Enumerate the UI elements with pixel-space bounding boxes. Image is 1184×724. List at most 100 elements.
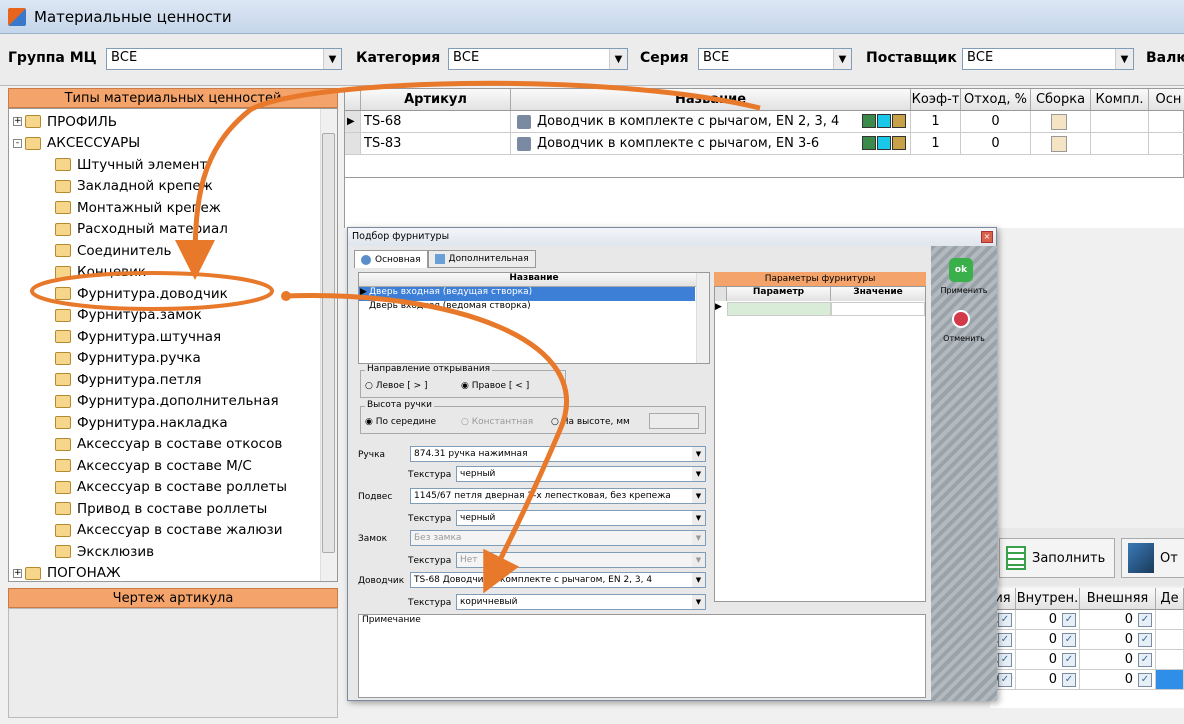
tree-item[interactable]: Концевик [55,262,146,283]
row-indicator[interactable] [345,133,361,155]
checkbox-icon[interactable]: ✓ [998,653,1012,667]
checkbox-icon[interactable]: ✓ [1138,653,1152,667]
checkbox-icon[interactable]: ✓ [1062,613,1076,627]
tree-item[interactable]: Фурнитура.замок [55,305,202,326]
cancel-icon[interactable] [952,310,970,328]
fill-button[interactable]: Заполнить [999,538,1115,578]
tree-item[interactable]: Фурнитура.доводчик [55,283,228,304]
cell-coef[interactable]: 1 [911,133,961,155]
tree-item[interactable]: Закладной крепеж [55,176,213,197]
col-article[interactable]: Артикул [361,89,511,111]
cell-coef[interactable]: 1 [911,111,961,133]
value-cell[interactable] [831,302,925,316]
handle-select[interactable]: 874.31 ручка нажимная ▼ [410,446,706,462]
col-waste[interactable]: Отход, % [961,89,1031,111]
chevron-down-icon[interactable]: ▼ [609,49,627,69]
tree-item[interactable]: Расходный материал [55,219,228,240]
supplier-select[interactable]: ВСЕ ▼ [962,48,1134,70]
bottom-cell[interactable]: 0 ✓ [1080,650,1156,670]
handle-texture-select[interactable]: черный ▼ [456,466,706,482]
chevron-down-icon[interactable]: ▼ [323,49,341,69]
list-item[interactable]: Дверь входная (ведомая створка) [359,301,709,315]
cell-article[interactable]: TS-83 [361,133,511,155]
tree-item[interactable]: + ПРОФИЛЬ [13,111,117,132]
col-kit[interactable]: Компл. [1091,89,1149,111]
bottom-cell[interactable]: 0 ✓ [1080,610,1156,630]
cell-kit[interactable] [1091,111,1149,133]
bottom-cell[interactable]: 0 ✓ [1080,630,1156,650]
radio-middle[interactable]: ◉ По середине [365,417,436,427]
cell-main[interactable] [1149,133,1184,155]
tree-item[interactable]: Эксклюзив [55,541,154,562]
radio-right[interactable]: ◉ Правое [ < ] [461,381,529,391]
tree-item[interactable]: Фурнитура.петля [55,369,202,390]
bottom-col-header[interactable]: Внешняя [1080,588,1156,610]
bottom-col-header[interactable]: Де [1156,588,1184,610]
note-area[interactable]: Примечание [358,614,926,698]
cell-name[interactable]: Доводчик в комплекте с рычагом, EN 2, 3,… [511,111,911,133]
radio-constant[interactable]: ○ Константная [461,417,533,427]
closer-select[interactable]: TS-68 Доводчик в комплекте с рычагом, EN… [410,572,706,588]
tree-item[interactable]: Аксессуар в составе М/С [55,455,252,476]
chevron-down-icon[interactable]: ▼ [692,553,705,567]
bottom-cell[interactable]: 0 ✓ [1080,670,1156,690]
param-cell[interactable] [727,302,831,316]
list-scrollbar[interactable] [696,273,709,363]
tree-item[interactable]: Аксессуар в составе жалюзи [55,520,283,541]
lock-select[interactable]: Без замка ▼ [410,530,706,546]
cell-main[interactable] [1149,111,1184,133]
bottom-cell[interactable]: 0 ✓ [1016,650,1080,670]
chevron-down-icon[interactable]: ▼ [692,511,705,525]
radio-left[interactable]: ○ Левое [ > ] [365,381,428,391]
chevron-down-icon[interactable]: ▼ [692,447,705,461]
lock-texture-select[interactable]: Нет ▼ [456,552,706,568]
close-icon[interactable]: × [981,231,993,243]
checkbox-icon[interactable]: ✓ [998,673,1012,687]
tree-item[interactable]: - АКСЕССУАРЫ [13,133,140,154]
tree-item[interactable]: Аксессуар в составе роллеты [55,477,287,498]
other-button[interactable]: От [1121,538,1184,578]
hinge-texture-select[interactable]: черный ▼ [456,510,706,526]
series-select[interactable]: ВСЕ ▼ [698,48,852,70]
chevron-down-icon[interactable]: ▼ [1115,49,1133,69]
tab-additional[interactable]: Дополнительная [427,250,536,268]
collapse-icon[interactable]: - [13,138,22,148]
tree-scrollbar[interactable] [320,109,337,581]
checkbox-icon[interactable]: ✓ [1062,633,1076,647]
row-indicator[interactable]: ▶ [345,111,361,133]
checkbox-icon[interactable]: ✓ [998,633,1012,647]
bottom-cell[interactable] [1156,630,1184,650]
col-main[interactable]: Осн [1149,89,1184,111]
tree-item[interactable]: Фурнитура.накладка [55,412,228,433]
apply-icon[interactable]: ok [949,258,973,282]
checkbox-icon[interactable]: ✓ [1062,653,1076,667]
closer-texture-select[interactable]: коричневый ▼ [456,594,706,610]
checkbox-icon[interactable]: ✓ [1062,673,1076,687]
cell-kit[interactable] [1091,133,1149,155]
chevron-down-icon[interactable]: ▼ [692,489,705,503]
col-coef[interactable]: Коэф-т [911,89,961,111]
bottom-cell[interactable]: 0 ✓ [1016,610,1080,630]
category-select[interactable]: ВСЕ ▼ [448,48,628,70]
col-assembly[interactable]: Сборка [1031,89,1091,111]
apply-button[interactable]: Применить [931,286,997,295]
tree-item[interactable]: Аксессуар в составе откосов [55,434,282,455]
checkbox-icon[interactable]: ✓ [998,613,1012,627]
bottom-cell[interactable] [1156,670,1184,690]
radio-custom[interactable]: ○ На высоте, мм [551,417,630,427]
bottom-cell[interactable] [1156,610,1184,630]
chevron-down-icon[interactable]: ▼ [692,595,705,609]
hinge-select[interactable]: 1145/67 петля дверная 2-х лепестковая, б… [410,488,706,504]
tree-item[interactable]: Фурнитура.штучная [55,326,221,347]
tree-item[interactable]: + ПОГОНАЖ [13,563,121,581]
checkbox-icon[interactable]: ✓ [1138,633,1152,647]
cell-waste[interactable]: 0 [961,111,1031,133]
cell-waste[interactable]: 0 [961,133,1031,155]
tree-item[interactable]: Фурнитура.ручка [55,348,201,369]
bottom-cell[interactable]: 0 ✓ [1016,670,1080,690]
scroll-thumb[interactable] [322,133,335,553]
tree-item[interactable]: Фурнитура.дополнительная [55,391,279,412]
tree-item[interactable]: Монтажный крепеж [55,197,221,218]
col-name[interactable]: Название [511,89,911,111]
list-item[interactable]: ▶ Дверь входная (ведущая створка) [359,287,695,301]
